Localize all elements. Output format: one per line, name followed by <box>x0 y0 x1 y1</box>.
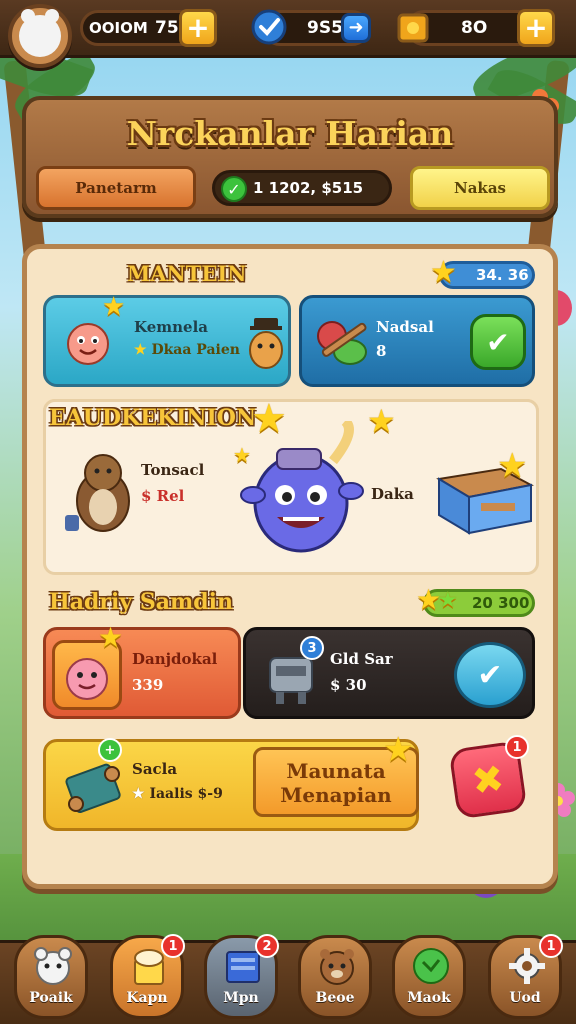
close-icon: ✖ <box>469 755 507 805</box>
gem-icon <box>251 9 287 45</box>
card-nadsal-value: 8 <box>376 342 387 360</box>
nav-label: Maok <box>407 990 451 1006</box>
bottom-navigation: Poaik Kapn 1 Mpn 2 Beoe Maok Uod 1 <box>0 934 576 1024</box>
card-gld-sar-badge: 3 <box>300 636 324 660</box>
star-icon: ★ <box>497 446 528 486</box>
beaver-character-icon <box>63 451 143 539</box>
card-danjdokal-value: 339 <box>132 676 164 694</box>
nav-item-maok[interactable]: Maok <box>392 935 466 1019</box>
card-gld-sar-title: Gld Sar <box>330 650 393 668</box>
card-kemnela-subtitle: ★ Dkaa Paien <box>134 342 240 358</box>
confirm-button[interactable]: ✔ <box>470 314 526 370</box>
bear-icon <box>31 946 75 986</box>
card-gld-sar[interactable]: 3 Gld Sar $ 30 ✔ <box>243 627 535 719</box>
beaver-icon <box>315 946 359 986</box>
section-1-star-value: 34. 36 <box>476 266 529 284</box>
star-icon: ★ <box>430 255 457 290</box>
card-sacla-subtitle-text: Iaalis $-9 <box>149 786 223 802</box>
card-kemnela-subtitle-text: Dkaa Paien <box>151 342 240 358</box>
checkmark-icon: ✔ <box>486 325 510 359</box>
nav-badge: 1 <box>539 934 563 958</box>
section-1-star-counter: ★ 34. 36 <box>430 258 535 289</box>
card-gld-sar-value: $ 30 <box>330 676 367 694</box>
collect-button[interactable]: ✔ <box>454 642 526 708</box>
nav-label: Mpn <box>223 990 259 1006</box>
resource-1-counter: OOIOM 75 + <box>80 9 217 47</box>
box-icon <box>395 9 431 45</box>
star-icon: ★ <box>134 342 147 358</box>
section-2-left-value: $ Rel <box>141 487 185 505</box>
green-orb-icon <box>409 946 453 986</box>
nav-label: Beoe <box>315 990 355 1006</box>
star-icon: ★ <box>102 292 126 322</box>
header-board: Nrckanlar Harian Panetarm ✓ 1 1202, $515… <box>22 96 558 218</box>
main-action-line-2: Menapian <box>280 783 392 807</box>
nav-label: Uod <box>509 990 541 1006</box>
star-icon: ★ <box>367 402 396 440</box>
bear-icon <box>19 9 61 57</box>
section-2-title: EAUDKEKINION <box>49 405 257 431</box>
section-3-title: Hadriy Samdin <box>49 589 233 615</box>
resource-3-value: 8O <box>461 18 488 38</box>
nav-item-poaik[interactable]: Poaik <box>14 935 88 1019</box>
star-icon: ★ <box>383 730 414 770</box>
progress-pill: ✓ 1 1202, $515 <box>212 170 392 206</box>
resource-2-value: 9S5 <box>307 18 343 38</box>
resource-1-value: 75 <box>155 18 179 38</box>
nav-item-kapn[interactable]: Kapn 1 <box>110 934 185 1019</box>
header-right-button[interactable]: Nakas <box>410 166 550 210</box>
card-sacla-title: Sacla <box>132 760 178 778</box>
header-left-button[interactable]: Panetarm <box>36 166 196 210</box>
card-danjdokal-title: Danjdokal <box>132 650 218 668</box>
plus-badge-icon: + <box>98 738 122 762</box>
star-icon: ★ <box>438 588 458 613</box>
sparkle-icon: ★ <box>233 443 251 467</box>
cancel-badge: 1 <box>505 735 529 759</box>
gem-button[interactable]: ➜ <box>341 13 371 43</box>
section-3-star-value: 20 300 <box>472 594 530 612</box>
nav-item-mpn[interactable]: Mpn 2 <box>204 934 279 1019</box>
pink-monster-icon <box>62 316 114 368</box>
nav-item-uod[interactable]: Uod 1 <box>488 934 563 1019</box>
nav-item-beoe[interactable]: Beoe <box>298 935 372 1019</box>
resource-2-counter: 9S5 ➜ <box>251 9 371 46</box>
check-icon: ✓ <box>221 176 247 202</box>
section-2-left-name: Tonsacl <box>141 461 205 479</box>
section-3-star-counter: ★ ★ 20 300 <box>416 586 535 617</box>
map-scroll-icon <box>62 756 126 820</box>
card-kemnela-title: Kemnela <box>134 318 208 336</box>
add-resource-1-button[interactable]: + <box>179 9 217 47</box>
section-1-title: MANTEIN <box>127 261 247 286</box>
page-title: Nrckanlar Harian <box>126 114 454 153</box>
card-kemnela[interactable]: ★ Kemnela ★ Dkaa Paien <box>43 292 291 387</box>
hat-creature-icon <box>246 314 286 370</box>
card-nadsal-title: Nadsal <box>376 318 434 336</box>
tools-icon <box>312 312 372 372</box>
card-danjdokal[interactable]: ★ Danjdokal 339 <box>43 621 241 719</box>
progress-text: 1 1202, $515 <box>253 179 364 197</box>
card-nadsal[interactable]: Nadsal 8 ✔ <box>299 295 535 387</box>
nav-label: Kapn <box>126 990 168 1006</box>
add-resource-3-button[interactable]: + <box>517 9 555 47</box>
checkmark-icon: ✔ <box>477 657 503 693</box>
section-2-right-label: Daka <box>371 485 414 503</box>
main-panel: MANTEIN ★ 34. 36 ★ Kemnela ★ Dkaa Paien … <box>22 244 558 889</box>
nav-badge: 2 <box>255 934 279 958</box>
card-sacla-subtitle: ★ Iaalis $-9 <box>132 786 223 802</box>
star-icon: ★ <box>98 621 124 654</box>
purple-monster-icon[interactable] <box>237 417 367 561</box>
resource-3-counter: 8O + <box>397 9 555 47</box>
resource-1-label: OOIOM <box>89 19 148 37</box>
player-avatar[interactable] <box>8 4 72 68</box>
nav-label: Poaik <box>29 990 73 1006</box>
star-icon: ★ <box>132 786 145 802</box>
nav-badge: 1 <box>161 934 185 958</box>
